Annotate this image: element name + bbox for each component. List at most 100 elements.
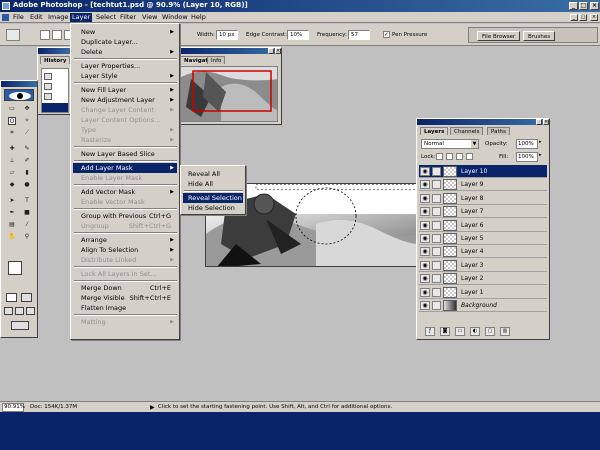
- history-brush-tool-icon[interactable]: ✐: [23, 157, 31, 165]
- minimize-button[interactable]: _: [569, 2, 578, 10]
- magnetic-lasso-icon[interactable]: [6, 29, 20, 41]
- menu-edit[interactable]: Edit: [28, 13, 45, 22]
- slice-tool-icon[interactable]: ⟋: [23, 129, 31, 137]
- foreground-color-swatch[interactable]: [8, 261, 22, 275]
- eye-icon[interactable]: ◉: [420, 193, 430, 203]
- brush-link-icon[interactable]: [432, 287, 441, 297]
- dodge-tool-icon[interactable]: ●: [23, 181, 31, 189]
- gradient-tool-icon[interactable]: ▮: [23, 169, 31, 177]
- standard-mode-icon[interactable]: [6, 293, 17, 302]
- add-to-selection-icon[interactable]: [52, 30, 62, 40]
- shape-tool-icon[interactable]: ■: [23, 209, 31, 217]
- brush-link-icon[interactable]: [432, 260, 441, 270]
- frequency-field[interactable]: 57: [348, 30, 370, 40]
- menu-item-arrange[interactable]: Arrange ▶: [73, 235, 177, 245]
- add-mask-icon[interactable]: ◙: [440, 327, 450, 336]
- menu-item-reveal-all[interactable]: Reveal All: [183, 169, 243, 179]
- brush-link-icon[interactable]: [432, 247, 441, 257]
- layer-row[interactable]: ◉ Layer 5: [419, 232, 547, 245]
- menu-item-duplicate-layer[interactable]: Duplicate Layer...: [73, 37, 177, 47]
- fill-arrow-icon[interactable]: ▸: [539, 152, 542, 158]
- eye-icon[interactable]: ◉: [420, 274, 430, 284]
- fill-field[interactable]: 100%: [516, 152, 538, 162]
- layer-row[interactable]: ◉ Layer 4: [419, 245, 547, 259]
- menu-item-add-layer-mask[interactable]: Add Layer Mask ▶: [73, 163, 177, 173]
- toolbox-title-bar[interactable]: [1, 81, 37, 87]
- navigator-preview[interactable]: [180, 66, 278, 122]
- menu-item-group-with-previous[interactable]: Group with Previous Ctrl+G: [73, 211, 177, 221]
- layer-row[interactable]: ◉ Layer 7: [419, 205, 547, 219]
- menu-item-new[interactable]: New ▶: [73, 27, 177, 37]
- lock-image-icon[interactable]: [446, 153, 453, 160]
- menu-select[interactable]: Select: [94, 13, 118, 22]
- menu-window[interactable]: Window: [160, 13, 190, 22]
- document-icon[interactable]: [2, 14, 9, 21]
- doc-minimize-button[interactable]: _: [570, 14, 578, 21]
- brush-link-icon[interactable]: [432, 207, 441, 217]
- close-button[interactable]: ×: [590, 2, 599, 10]
- layers-minimize-icon[interactable]: _: [536, 119, 542, 125]
- brush-link-icon[interactable]: [432, 301, 441, 310]
- trash-icon[interactable]: ▥: [500, 327, 510, 336]
- menu-help[interactable]: Help: [189, 13, 208, 22]
- lasso-tool-icon[interactable]: ʘ: [8, 117, 16, 125]
- blend-mode-select[interactable]: Normal ▼: [421, 139, 479, 149]
- menu-filter[interactable]: Filter: [118, 13, 138, 22]
- opacity-arrow-icon[interactable]: ▸: [539, 139, 542, 145]
- brush-tool-icon[interactable]: ✎: [23, 145, 31, 153]
- brush-link-icon[interactable]: [432, 167, 441, 176]
- adobe-online-icon[interactable]: [4, 89, 34, 101]
- layers-title-bar[interactable]: [417, 119, 549, 125]
- maximize-button[interactable]: □: [579, 2, 588, 10]
- magic-wand-tool-icon[interactable]: ✧: [23, 117, 31, 125]
- eye-icon[interactable]: ◉: [420, 260, 430, 270]
- menu-item-add-vector-mask[interactable]: Add Vector Mask ▶: [73, 187, 177, 197]
- clone-stamp-tool-icon[interactable]: ⊥: [8, 157, 16, 165]
- layer-row[interactable]: ◉ Layer 10: [419, 165, 547, 178]
- layer-style-icon[interactable]: ƒ: [425, 327, 435, 336]
- layer-row[interactable]: ◉ Layer 2: [419, 272, 547, 286]
- new-adjustment-icon[interactable]: ◐: [470, 327, 480, 336]
- tab-channels[interactable]: Channels: [450, 127, 484, 135]
- menu-item-merge-visible[interactable]: Merge Visible Shift+Ctrl+E: [73, 293, 177, 303]
- eye-icon[interactable]: ◉: [420, 234, 430, 243]
- layer-row[interactable]: ◉ Layer 3: [419, 258, 547, 272]
- healing-brush-tool-icon[interactable]: ✚: [8, 145, 16, 153]
- lock-transparency-icon[interactable]: [436, 153, 443, 160]
- layer-row[interactable]: ◉ Layer 8: [419, 191, 547, 205]
- history-title-bar[interactable]: [38, 48, 70, 54]
- history-list[interactable]: [41, 68, 69, 113]
- menu-item-layer-properties[interactable]: Layer Properties...: [73, 61, 177, 71]
- eye-icon[interactable]: ◉: [420, 247, 430, 257]
- screen-mode-full-menu-icon[interactable]: [15, 307, 24, 315]
- eye-icon[interactable]: ◉: [420, 301, 430, 310]
- menu-item-hide-all[interactable]: Hide All: [183, 179, 243, 189]
- move-tool-icon[interactable]: ✥: [23, 105, 31, 113]
- notes-tool-icon[interactable]: ▤: [8, 221, 16, 229]
- lock-position-icon[interactable]: [456, 153, 463, 160]
- zoom-field[interactable]: 90.91%: [2, 403, 25, 412]
- tab-file-browser[interactable]: File Browser: [477, 31, 521, 41]
- eye-icon[interactable]: ◉: [420, 207, 430, 217]
- pen-tool-icon[interactable]: ✒: [8, 209, 16, 217]
- eraser-tool-icon[interactable]: ▱: [8, 169, 16, 177]
- new-selection-icon[interactable]: [40, 30, 50, 40]
- layer-row[interactable]: ◉ Background: [419, 299, 547, 312]
- crop-tool-icon[interactable]: ⌗: [8, 129, 16, 137]
- tab-history[interactable]: History: [40, 56, 71, 64]
- type-tool-icon[interactable]: T: [23, 197, 31, 205]
- eye-icon[interactable]: ◉: [420, 287, 430, 297]
- brush-link-icon[interactable]: [432, 234, 441, 243]
- zoom-tool-icon[interactable]: ⚲: [23, 233, 31, 241]
- menu-item-new-fill-layer[interactable]: New Fill Layer ▶: [73, 85, 177, 95]
- pen-pressure-checkbox[interactable]: ✓: [383, 31, 390, 38]
- tab-layers[interactable]: Layers: [420, 127, 449, 135]
- brush-link-icon[interactable]: [432, 193, 441, 203]
- marquee-tool-icon[interactable]: ▭: [8, 105, 16, 113]
- doc-size-info[interactable]: Doc: 154K/1.37M: [30, 403, 77, 412]
- menu-item-new-layer-based-slice[interactable]: New Layer Based Slice: [73, 149, 177, 159]
- navigator-close-icon[interactable]: ×: [275, 48, 281, 54]
- eye-icon[interactable]: ◉: [420, 220, 430, 230]
- doc-close-button[interactable]: ×: [590, 14, 598, 21]
- layer-row[interactable]: ◉ Layer 9: [419, 178, 547, 192]
